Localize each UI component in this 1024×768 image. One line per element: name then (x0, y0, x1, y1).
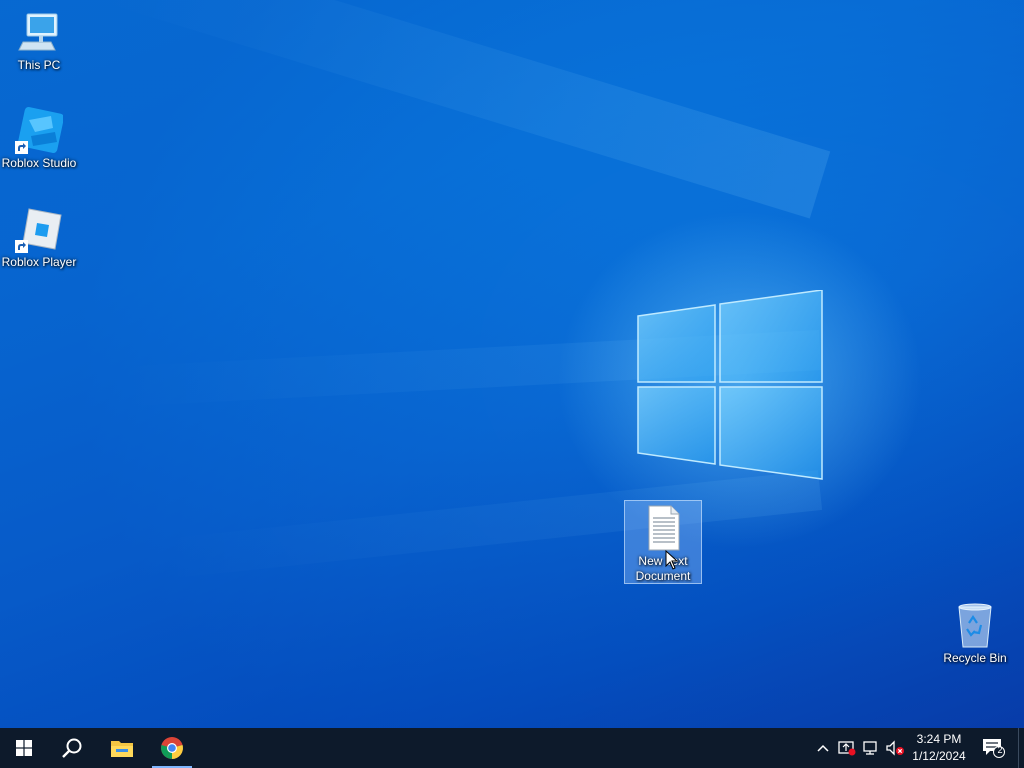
desktop-icon-label: Roblox Studio (1, 156, 77, 170)
desktop-icon-new-text-document[interactable]: New Text Document (624, 500, 702, 584)
notification-count-badge: 2 (997, 745, 1003, 755)
desktop[interactable]: This PC Roblox Studio Roblox Player New … (0, 0, 1024, 728)
search-button[interactable] (48, 728, 96, 768)
tray-network[interactable] (861, 738, 881, 758)
wallpaper-light-beam (161, 470, 823, 579)
action-center-button[interactable]: 2 (982, 738, 1006, 758)
mouse-cursor-icon (665, 550, 679, 570)
desktop-icon-label: Recycle Bin (943, 651, 1007, 665)
desktop-icon-label: This PC (17, 58, 61, 72)
tray-security[interactable] (837, 738, 857, 758)
clock-date: 1/12/2024 (912, 749, 966, 763)
taskbar-clock[interactable]: 3:24 PM 1/12/2024 (906, 731, 972, 765)
desktop-icon-label: Roblox Player (1, 255, 77, 269)
windows-logo-icon (16, 740, 32, 756)
computer-icon (15, 8, 63, 56)
desktop-icon-roblox-player[interactable]: Roblox Player (0, 205, 78, 270)
desktop-icon-roblox-studio[interactable]: Roblox Studio (0, 106, 78, 171)
roblox-studio-icon (15, 106, 64, 154)
taskbar-app-file-explorer[interactable] (98, 728, 146, 768)
show-desktop-button[interactable] (1018, 728, 1024, 768)
start-button[interactable] (0, 728, 48, 768)
wallpaper-light-beam (102, 0, 831, 219)
text-document-icon (639, 504, 687, 552)
clock-time: 3:24 PM (916, 732, 962, 746)
chrome-icon (161, 737, 183, 759)
taskbar: 3:24 PM 1/12/2024 2 (0, 728, 1024, 768)
recycle-bin-icon (951, 601, 999, 649)
volume-muted-icon (886, 740, 904, 756)
desktop-icon-recycle-bin[interactable]: Recycle Bin (936, 601, 1014, 666)
folder-icon (111, 741, 133, 757)
network-disconnected-icon (863, 741, 877, 755)
tray-overflow-button[interactable] (813, 738, 833, 758)
roblox-player-icon (15, 205, 63, 253)
tray-volume[interactable] (885, 738, 905, 758)
desktop-icon-this-pc[interactable]: This PC (0, 8, 78, 73)
shortcut-arrow-icon (15, 141, 28, 154)
security-warning-icon (838, 741, 856, 756)
shortcut-arrow-icon (15, 240, 28, 253)
chevron-up-icon (817, 744, 829, 752)
desktop-icon-label: New Text Document (635, 554, 691, 583)
taskbar-app-chrome[interactable] (148, 728, 196, 768)
windows-wallpaper-logo (637, 290, 823, 480)
search-icon (62, 738, 82, 758)
